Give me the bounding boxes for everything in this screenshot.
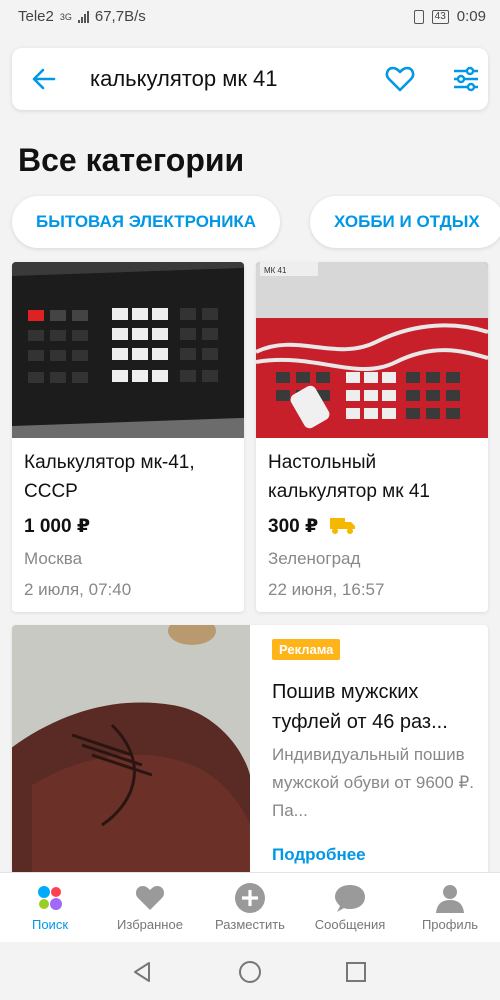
heart-icon[interactable] <box>384 63 416 95</box>
ad-photo-shoes <box>12 625 250 875</box>
ad-description: Индивидуальный пошив мужской обуви от 96… <box>272 745 474 820</box>
search-query[interactable]: калькулятор мк 41 <box>90 66 278 92</box>
page-title: Все категории <box>18 142 245 178</box>
heart-icon <box>135 886 165 910</box>
ad-more-link[interactable]: Подробнее <box>272 845 366 865</box>
listing-price: 1 000 ₽ <box>24 516 91 537</box>
back-arrow-icon[interactable] <box>30 65 58 93</box>
listing-date: 22 июня, 16:57 <box>268 580 385 599</box>
carrier-label: Tele2 <box>18 8 54 25</box>
chip-household-electronics[interactable]: БЫТОВАЯ ЭЛЕКТРОНИКА <box>12 196 281 248</box>
nav-label: Сообщения <box>314 917 386 932</box>
listing-city: Москва <box>24 549 83 568</box>
status-bar: Tele2 3G 67,7B/s 43 0:09 <box>0 0 500 34</box>
filter-icon[interactable] <box>450 63 482 95</box>
ad-title: Пошив мужских туфлей от 46 раз... <box>272 681 448 733</box>
search-bar[interactable]: калькулятор мк 41 <box>12 48 488 110</box>
nav-label: Профиль <box>421 917 479 932</box>
listing-title-line2: СССР <box>24 481 78 502</box>
chip-hobby[interactable]: ХОББИ И ОТДЫХ <box>310 196 500 248</box>
svg-text:МК 41: МК 41 <box>264 266 287 275</box>
search-dots-icon <box>38 886 62 910</box>
clock: 0:09 <box>456 8 486 25</box>
chat-icon <box>335 885 365 912</box>
nav-favorites[interactable]: Избранное <box>100 873 200 942</box>
listing-title-line1: Калькулятор мк-41, <box>24 452 195 473</box>
nav-profile[interactable]: Профиль <box>400 873 500 942</box>
listing-card[interactable]: МК 41 Настольный калькулятор мк 41 300 ₽… <box>256 262 488 612</box>
plus-circle-icon <box>235 883 265 913</box>
vibrate-icon <box>413 9 424 24</box>
nav-search[interactable]: Поиск <box>0 873 100 942</box>
person-icon <box>436 885 464 913</box>
nav-label: Поиск <box>31 917 69 932</box>
listing-card[interactable]: Калькулятор мк-41, СССР 1 000 ₽ Москва 2… <box>12 262 244 612</box>
bottom-navigation: Поиск Избранное Разместить Сообщения Про… <box>0 872 500 942</box>
recents-square-icon[interactable] <box>344 960 368 984</box>
delivery-truck-icon <box>330 518 355 534</box>
listing-title-line2: калькулятор мк 41 <box>268 481 430 502</box>
back-triangle-icon[interactable] <box>130 960 154 984</box>
data-speed: 67,7B/s <box>94 8 146 25</box>
nav-messages[interactable]: Сообщения <box>300 873 400 942</box>
listing-price: 300 ₽ <box>268 516 319 537</box>
ad-badge: Реклама <box>272 639 341 660</box>
system-navigation-bar <box>0 942 500 1000</box>
nav-label: Избранное <box>117 917 183 932</box>
battery-icon: 43 <box>431 9 449 24</box>
listing-city: Зеленоград <box>268 549 361 568</box>
listing-date: 2 июля, 07:40 <box>24 580 132 599</box>
listing-photo-calculator: МК 41 <box>256 262 488 438</box>
ad-content: Реклама Пошив мужских туфлей от 46 раз..… <box>262 625 488 875</box>
listing-title-line1: Настольный <box>268 452 377 473</box>
home-circle-icon[interactable] <box>238 960 262 984</box>
ad-card[interactable]: Реклама Пошив мужских туфлей от 46 раз..… <box>12 625 488 875</box>
nav-post-ad[interactable]: Разместить <box>200 873 300 942</box>
network-type: 3G <box>59 11 72 22</box>
listing-photo-calculator <box>12 262 244 438</box>
signal-icon <box>77 10 89 23</box>
nav-label: Разместить <box>215 917 285 932</box>
